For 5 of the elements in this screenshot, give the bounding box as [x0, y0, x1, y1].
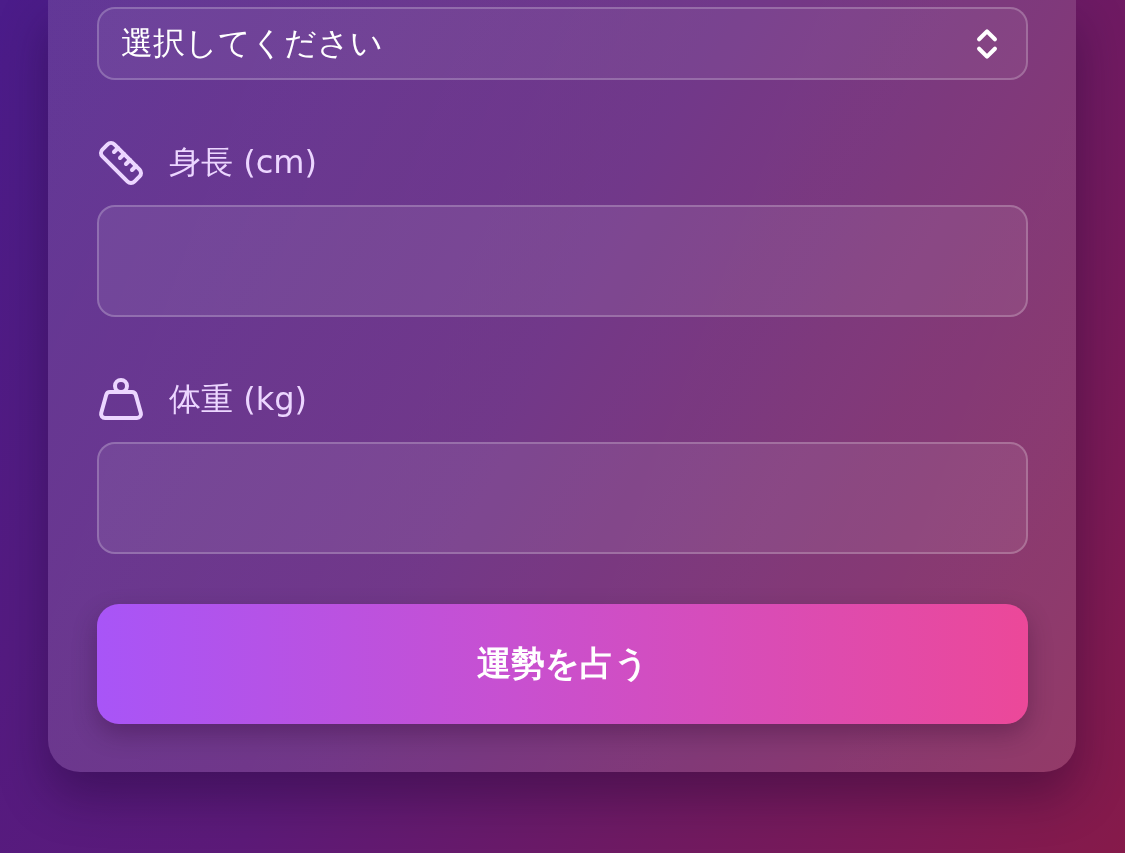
- select-field[interactable]: 選択してください: [97, 7, 1028, 80]
- field-label: 身長 (cm): [169, 142, 317, 183]
- field-label: 体重 (kg): [169, 379, 307, 420]
- ruler-icon: [97, 139, 145, 187]
- submit-button[interactable]: 運勢を占う: [97, 604, 1028, 724]
